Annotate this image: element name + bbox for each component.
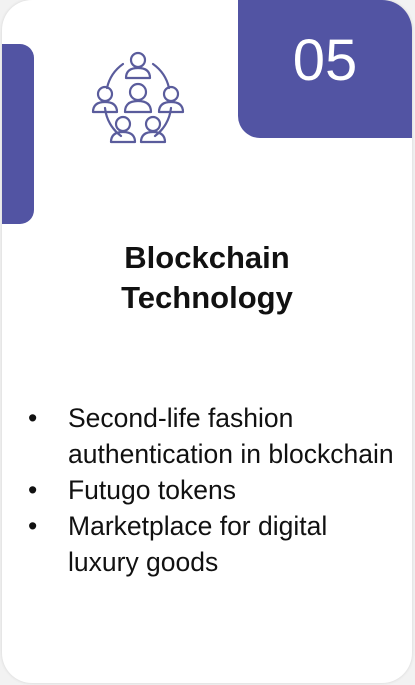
people-network-icon: [85, 48, 191, 154]
number-tab: 05: [238, 0, 412, 138]
bullet-symbol: •: [28, 475, 38, 505]
list-item: • Second-life fashion authentication in …: [28, 400, 398, 472]
list-item: • Marketplace for digital luxury goods: [28, 508, 398, 580]
list-item: • Futugo tokens: [28, 472, 398, 508]
bullet-symbol: •: [28, 511, 38, 541]
list-item-text: Second-life fashion authentication in bl…: [68, 403, 394, 469]
card-number: 05: [292, 27, 358, 93]
title-line-2: Technology: [121, 280, 293, 315]
blockchain-card: 05 Blockchain Technology • Second-life f…: [2, 0, 412, 683]
card-title: Blockchain Technology: [2, 238, 412, 318]
side-accent-bar: [2, 44, 34, 224]
list-item-text: Futugo tokens: [68, 475, 236, 505]
bullet-list: • Second-life fashion authentication in …: [28, 400, 398, 580]
bullet-symbol: •: [28, 403, 38, 433]
title-line-1: Blockchain: [124, 240, 290, 275]
list-item-text: Marketplace for digital luxury goods: [68, 511, 328, 577]
